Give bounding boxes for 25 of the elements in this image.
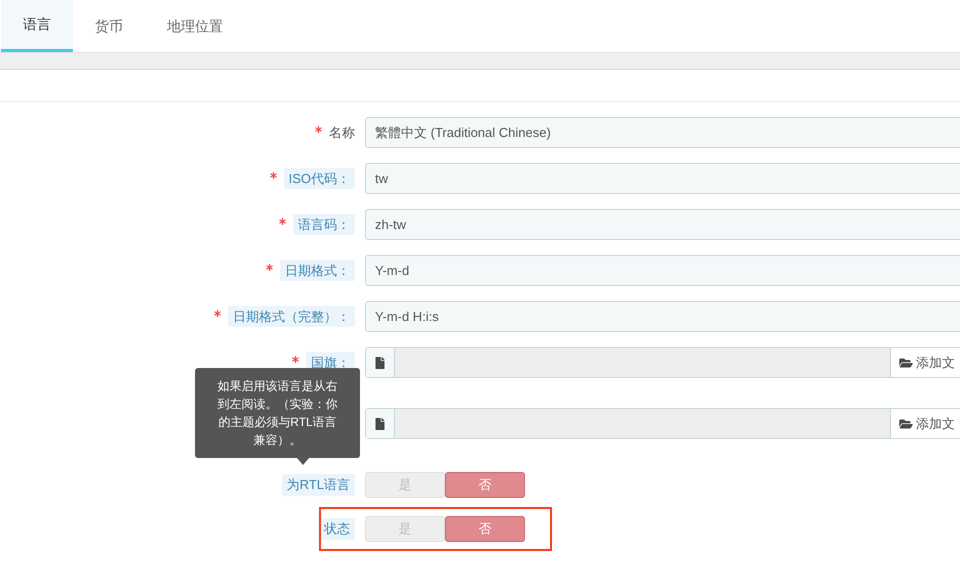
field-label: 状态	[319, 518, 355, 540]
text-field[interactable]: Y-m-d	[365, 255, 960, 286]
field-label: 日期格式（完整）：	[228, 306, 355, 328]
file-field[interactable]: 添加文	[365, 347, 960, 378]
text-field[interactable]: 繁體中文 (Traditional Chinese)	[365, 117, 960, 148]
tab[interactable]: 语言	[1, 0, 73, 52]
folder-icon	[899, 418, 913, 430]
folder-icon	[899, 356, 913, 368]
field-label: ISO代码：	[284, 168, 355, 190]
field-label: 日期格式：	[280, 260, 355, 282]
tooltip-pointer	[296, 458, 308, 465]
add-file-button[interactable]: 添加文	[890, 409, 960, 438]
text-field[interactable]: Y-m-d H:i:s	[365, 301, 960, 332]
tooltip: 如果启用该语言是从右到左阅读。（实验：你的主题必须与RTL语言兼容）。	[195, 368, 360, 458]
field-label: 为RTL语言	[282, 474, 355, 496]
file-icon	[375, 418, 385, 430]
field-label: 语言码：	[293, 214, 355, 236]
file-field[interactable]: 添加文	[365, 408, 960, 439]
text-field[interactable]: tw	[365, 163, 960, 194]
file-icon	[375, 356, 385, 368]
tab[interactable]: 地理位置	[145, 0, 245, 52]
text-field[interactable]: zh-tw	[365, 209, 960, 240]
field-label: 名称	[329, 124, 355, 142]
add-file-button[interactable]: 添加文	[890, 348, 960, 377]
tab[interactable]: 货币	[73, 0, 145, 52]
